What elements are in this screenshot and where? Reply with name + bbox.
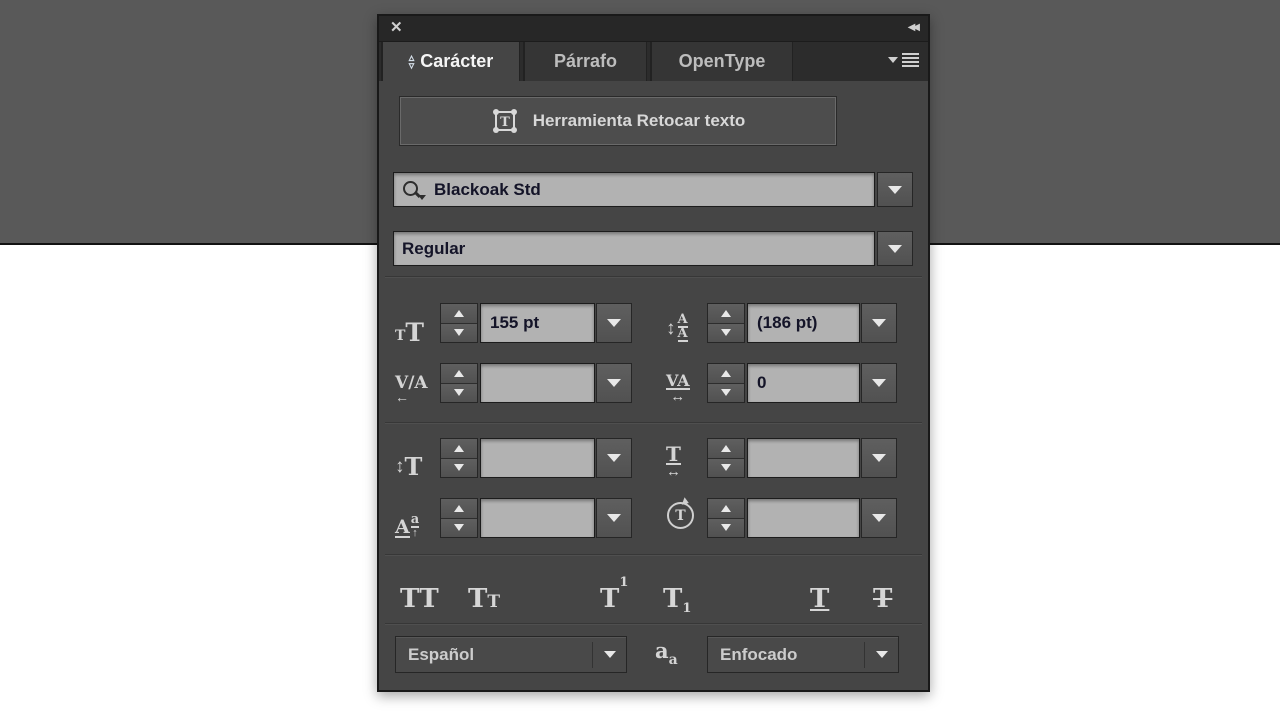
kerning-icon: V/A ←: [395, 365, 428, 403]
leading-stepper[interactable]: [707, 303, 745, 343]
small-caps-button[interactable]: TT: [468, 567, 512, 611]
panel-tabbar: ▵▿ Carácter Párrafo OpenType: [379, 42, 928, 81]
chevron-down-icon: [888, 186, 902, 194]
screen: ✕ ◀◀ ▵▿ Carácter Párrafo OpenType: [0, 0, 1280, 720]
character-rotation-input[interactable]: [747, 498, 860, 538]
chevron-down-icon: [888, 245, 902, 253]
tracking-input[interactable]: 0: [747, 363, 860, 403]
baseline-shift-stepper[interactable]: [440, 498, 478, 538]
tab-opentype-label: OpenType: [679, 51, 766, 72]
character-rotation-dropdown-button[interactable]: [861, 498, 897, 538]
baseline-shift-dropdown-button[interactable]: [596, 498, 632, 538]
kerning-input[interactable]: [480, 363, 595, 403]
font-style-value: Regular: [402, 239, 465, 259]
language-value: Español: [396, 645, 592, 665]
character-panel: ✕ ◀◀ ▵▿ Carácter Párrafo OpenType: [377, 14, 930, 692]
horizontal-scale-stepper[interactable]: [707, 438, 745, 478]
all-caps-button[interactable]: TT: [400, 567, 444, 611]
chevron-down-icon: [604, 651, 616, 658]
leading-dropdown-button[interactable]: [861, 303, 897, 343]
font-style-dropdown-button[interactable]: [877, 231, 913, 266]
font-family-input[interactable]: Blackoak Std: [393, 172, 875, 207]
search-icon: [402, 179, 424, 201]
tracking-icon: VA ↔: [666, 365, 690, 403]
anti-alias-value: Enfocado: [708, 645, 864, 665]
tracking-stepper[interactable]: [707, 363, 745, 403]
section-divider: [385, 276, 922, 277]
character-rotation-stepper[interactable]: [707, 498, 745, 538]
tracking-dropdown-button[interactable]: [861, 363, 897, 403]
collapse-to-icons-icon[interactable]: ◀◀: [908, 22, 917, 34]
touch-type-tool-icon: T: [491, 107, 519, 135]
touch-type-tool-label: Herramienta Retocar texto: [533, 111, 746, 131]
font-size-stepper[interactable]: [440, 303, 478, 343]
panel-menu-lines: [902, 53, 919, 55]
anti-alias-icon: a a: [655, 640, 678, 672]
panel-options-expander-icon[interactable]: ▵▿: [409, 54, 415, 70]
tab-paragraph-label: Párrafo: [554, 51, 617, 72]
superscript-button[interactable]: T1: [600, 567, 644, 611]
vertical-scale-icon: ↕ T: [395, 440, 422, 478]
kerning-dropdown-button[interactable]: [596, 363, 632, 403]
anti-alias-select[interactable]: Enfocado: [707, 636, 899, 673]
kerning-stepper[interactable]: [440, 363, 478, 403]
svg-text:T: T: [500, 115, 510, 130]
horizontal-scale-input[interactable]: [747, 438, 860, 478]
font-style-input[interactable]: Regular: [393, 231, 875, 266]
tab-paragraph[interactable]: Párrafo: [523, 42, 647, 81]
vertical-scale-stepper[interactable]: [440, 438, 478, 478]
font-family-dropdown-button[interactable]: [877, 172, 913, 207]
vertical-scale-input[interactable]: [480, 438, 595, 478]
leading-icon: ↕ A A: [666, 304, 688, 342]
tab-opentype[interactable]: OpenType: [650, 42, 793, 81]
subscript-button[interactable]: T1: [663, 567, 707, 611]
horizontal-scale-dropdown-button[interactable]: [861, 438, 897, 478]
panel-titlebar[interactable]: ✕ ◀◀: [379, 16, 928, 42]
panel-menu-triangle: [888, 57, 898, 63]
panel-menu-icon[interactable]: [888, 53, 919, 67]
section-divider: [385, 623, 922, 624]
section-divider: [385, 554, 922, 555]
close-icon[interactable]: ✕: [390, 19, 403, 37]
tab-character-label: Carácter: [420, 51, 493, 72]
vertical-scale-dropdown-button[interactable]: [596, 438, 632, 478]
strikethrough-button[interactable]: T: [873, 567, 917, 611]
section-divider: [385, 422, 922, 423]
chevron-down-icon: [876, 651, 888, 658]
font-size-dropdown-button[interactable]: [596, 303, 632, 343]
tab-character[interactable]: ▵▿ Carácter: [381, 42, 520, 81]
font-size-input[interactable]: 155 pt: [480, 303, 595, 343]
leading-input[interactable]: (186 pt): [747, 303, 860, 343]
touch-type-tool-button[interactable]: T Herramienta Retocar texto: [400, 97, 836, 145]
horizontal-scale-icon: T ↔: [666, 440, 681, 478]
character-rotation-icon: T: [667, 502, 694, 529]
baseline-shift-icon: A a ↑: [395, 500, 419, 538]
font-size-icon: TT: [395, 305, 424, 343]
language-select[interactable]: Español: [395, 636, 627, 673]
baseline-shift-input[interactable]: [480, 498, 595, 538]
font-family-value: Blackoak Std: [434, 180, 541, 200]
underline-button[interactable]: T: [810, 567, 854, 611]
